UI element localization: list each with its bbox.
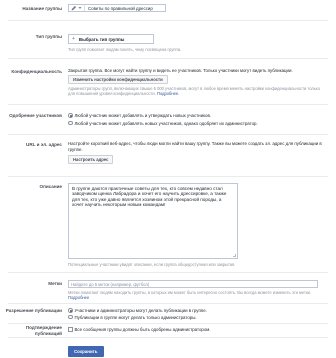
resize-handle-icon[interactable] xyxy=(233,254,236,257)
divider xyxy=(8,20,328,21)
group-settings-panel: Название группы Советы по правильной дре… xyxy=(0,0,336,358)
privacy-label: Конфиденциальность xyxy=(11,69,62,74)
web-address-section: Настройте короткий веб-адрес, чтобы люди… xyxy=(68,141,326,165)
membership-option-admin[interactable]: Любой участник может добавлять новых уча… xyxy=(68,121,326,127)
posting-option-admins[interactable]: Публикации в группе могут делать только … xyxy=(68,315,326,321)
group-name-value: Советы по правильной дрессир xyxy=(88,5,153,11)
group-type-label: Тип группы xyxy=(35,34,62,39)
description-hint: Потенциальные участники увидят описание,… xyxy=(68,262,236,267)
tags-hint: Метки помогают людям находить группы, в … xyxy=(68,290,312,295)
plus-icon: + xyxy=(72,36,75,42)
web-address-label: URL и эл. адрес xyxy=(26,142,62,147)
group-name-label: Название группы xyxy=(22,6,62,11)
divider xyxy=(8,337,328,338)
group-name-row: Название группы Советы по правильной дре… xyxy=(0,0,336,18)
divider xyxy=(8,58,328,59)
pencil-icon xyxy=(71,5,77,11)
post-approval-text: Все сообщения группы должны быть одобрен… xyxy=(74,327,211,332)
privacy-section: Закрытая группа. Все могут найти группу … xyxy=(68,68,326,96)
save-button[interactable]: Сохранить xyxy=(68,346,104,357)
web-address-text: Настройте короткий веб-адрес, чтобы люди… xyxy=(68,141,322,152)
posting-option2-text: Публикации в группе могут делать только … xyxy=(74,314,197,320)
membership-option2-text: Любой участник может добавлять новых уча… xyxy=(74,120,258,126)
group-type-select[interactable]: + Выбрать тип группы xyxy=(68,34,154,44)
change-privacy-button[interactable]: Изменить настройки конфиденциальности xyxy=(68,74,168,84)
tags-hint-block: Метки помогают людям находить группы, в … xyxy=(68,290,326,300)
description-label: Описание xyxy=(39,184,63,189)
divider xyxy=(8,272,328,273)
membership-label: Одобрение участников xyxy=(9,113,62,118)
tags-input[interactable]: Найдите до 5 меток (например, футбол) xyxy=(68,280,318,288)
group-type-row: Тип группы xyxy=(0,24,336,58)
group-type-select-text: Выбрать тип группы xyxy=(78,36,125,42)
post-approval-checkbox[interactable] xyxy=(68,327,73,332)
save-row: Сохранить xyxy=(68,340,104,358)
radio-selected[interactable] xyxy=(68,113,73,118)
posting-options: Участники и администраторы могут делать … xyxy=(68,308,326,320)
tags-label: Метки xyxy=(48,281,62,286)
divider xyxy=(8,134,328,135)
divider xyxy=(8,323,328,324)
post-approval-option[interactable]: Все сообщения группы должны быть одобрен… xyxy=(68,327,326,333)
description-textarea[interactable]: В группе даются практичные советы для те… xyxy=(68,183,238,259)
group-icon-selector[interactable] xyxy=(71,5,85,11)
membership-option1-text: Любой участник может добавлять и утвержд… xyxy=(74,113,212,118)
set-address-button[interactable]: Настроить адрес xyxy=(68,155,114,165)
privacy-hint: Администраторы групп, включающих свыше 5… xyxy=(68,85,321,96)
tags-placeholder: Найдите до 5 меток (например, футбол) xyxy=(71,281,150,287)
radio-selected[interactable] xyxy=(68,308,73,313)
post-approval-label: Подтверждение публикаций xyxy=(25,325,62,336)
divider xyxy=(8,104,328,105)
posting-label: Разрешение публикации xyxy=(5,308,62,313)
divider xyxy=(8,176,328,177)
radio-unselected[interactable] xyxy=(68,120,73,126)
privacy-text: Закрытая группа. Все могут найти группу … xyxy=(68,68,293,73)
membership-options: Любой участник может добавлять и утвержд… xyxy=(68,113,326,126)
radio-unselected[interactable] xyxy=(68,314,73,320)
group-name-field[interactable]: Советы по правильной дрессир xyxy=(68,4,166,12)
privacy-more-link[interactable]: Подробнее. xyxy=(157,91,179,96)
posting-option-members[interactable]: Участники и администраторы могут делать … xyxy=(68,308,326,314)
group-type-hint: Тип групп помогает людям понять, чему по… xyxy=(68,47,182,52)
posting-option1-text: Участники и администраторы могут делать … xyxy=(74,308,207,313)
description-text: В группе даются практичные советы для те… xyxy=(72,186,227,208)
tags-more-link[interactable]: Подробнее xyxy=(68,295,89,300)
chevron-down-icon xyxy=(78,7,82,9)
divider xyxy=(8,303,328,304)
membership-option-any[interactable]: Любой участник может добавлять и утвержд… xyxy=(68,113,326,119)
